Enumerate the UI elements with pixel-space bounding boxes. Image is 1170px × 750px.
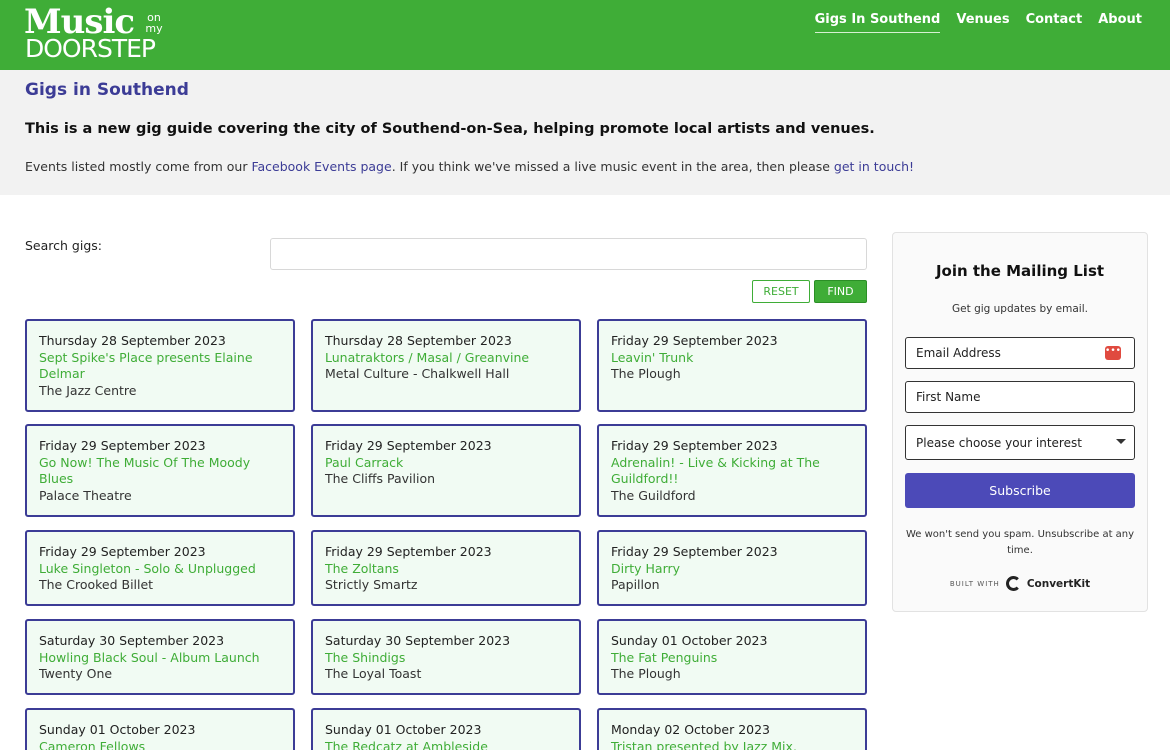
- gig-card[interactable]: Friday 29 September 2023 Dirty Harry Pap…: [597, 530, 867, 606]
- convertkit-label: ConvertKit: [1026, 577, 1091, 590]
- email-field[interactable]: Email Address •••: [905, 337, 1135, 369]
- gig-venue: The Cliffs Pavilion: [325, 471, 436, 486]
- gig-title[interactable]: Howling Black Soul - Album Launch: [39, 650, 281, 667]
- gig-title[interactable]: Paul Carrack: [325, 455, 567, 472]
- password-manager-icon[interactable]: •••: [1105, 346, 1121, 360]
- gig-title[interactable]: The Zoltans: [325, 561, 567, 578]
- gig-venue: Palace Theatre: [39, 487, 132, 503]
- email-placeholder: Email Address: [916, 346, 1001, 360]
- nav-contact[interactable]: Contact: [1026, 12, 1083, 33]
- gig-venue: Papillon: [611, 577, 660, 592]
- reset-button[interactable]: RESET: [752, 280, 810, 303]
- gig-card[interactable]: Friday 29 September 2023 Go Now! The Mus…: [25, 424, 295, 517]
- gig-date: Sunday 01 October 2023: [325, 722, 482, 737]
- nav-venues[interactable]: Venues: [956, 12, 1009, 33]
- site-header: Music on my DOORSTEP Gigs In Southend Ve…: [0, 0, 1170, 70]
- gig-card[interactable]: Friday 29 September 2023 Adrenalin! - Li…: [597, 424, 867, 517]
- intro-sub-text-1: Events listed mostly come from our: [25, 159, 252, 174]
- mailing-list-panel: Join the Mailing List Get gig updates by…: [892, 232, 1148, 612]
- built-with-label: BUILT WITH: [949, 579, 1000, 588]
- gig-card[interactable]: Sunday 01 October 2023 The Redcatz at Am…: [311, 708, 581, 750]
- gig-venue: The Crooked Billet: [39, 577, 154, 592]
- search-label: Search gigs:: [25, 238, 102, 253]
- get-in-touch-link[interactable]: get in touch!: [834, 159, 914, 174]
- gig-venue: Twenty One: [39, 666, 113, 681]
- gig-title[interactable]: Dirty Harry: [611, 561, 853, 578]
- gig-card[interactable]: Thursday 28 September 2023 Lunatraktors …: [311, 319, 581, 412]
- gig-venue: The Plough: [611, 666, 681, 681]
- gig-date: Friday 29 September 2023: [325, 438, 492, 453]
- intro-section: Gigs in Southend This is a new gig guide…: [0, 70, 1170, 195]
- gig-title[interactable]: Sept Spike's Place presents Elaine Delma…: [39, 350, 281, 383]
- gig-venue: The Loyal Toast: [325, 666, 422, 681]
- gig-title[interactable]: Luke Singleton - Solo & Unplugged: [39, 561, 281, 578]
- gig-title[interactable]: Adrenalin! - Live & Kicking at The Guild…: [611, 455, 853, 488]
- mailing-tagline: Get gig updates by email.: [952, 303, 1088, 315]
- gig-date: Saturday 30 September 2023: [39, 633, 225, 648]
- gig-card[interactable]: Friday 29 September 2023 The Zoltans Str…: [311, 530, 581, 606]
- gig-card[interactable]: Thursday 28 September 2023 Sept Spike's …: [25, 319, 295, 412]
- intro-lead: This is a new gig guide covering the cit…: [25, 121, 875, 137]
- logo-line1-small: on my: [145, 11, 163, 35]
- interest-selected: Please choose your interest: [916, 435, 1082, 450]
- gig-card[interactable]: Friday 29 September 2023 Leavin' Trunk T…: [597, 319, 867, 412]
- gig-title[interactable]: Lunatraktors / Masal / Greanvine: [325, 350, 567, 367]
- facebook-events-link[interactable]: Facebook Events page: [251, 159, 391, 174]
- chevron-down-icon: [1116, 439, 1126, 444]
- gig-card[interactable]: Saturday 30 September 2023 Howling Black…: [25, 619, 295, 695]
- subscribe-button[interactable]: Subscribe: [905, 473, 1135, 508]
- gig-date: Friday 29 September 2023: [39, 438, 206, 453]
- gig-date: Friday 29 September 2023: [611, 333, 778, 348]
- gig-card[interactable]: Saturday 30 September 2023 The Shindigs …: [311, 619, 581, 695]
- interest-select[interactable]: Please choose your interest: [905, 425, 1135, 460]
- search-input[interactable]: [270, 238, 867, 270]
- gig-card[interactable]: Friday 29 September 2023 Paul Carrack Th…: [311, 424, 581, 517]
- gig-date: Monday 02 October 2023: [611, 722, 771, 737]
- nav-gigs-in-southend[interactable]: Gigs In Southend: [814, 12, 941, 33]
- first-name-placeholder: First Name: [916, 390, 981, 404]
- gig-venue: The Guildford: [611, 487, 696, 503]
- gig-venue: The Jazz Centre: [39, 382, 137, 398]
- gig-venue: The Plough: [611, 366, 681, 381]
- gig-date: Thursday 28 September 2023: [325, 333, 512, 348]
- convertkit-logo-icon: [1005, 576, 1021, 591]
- spam-note: We won't send you spam. Unsubscribe at a…: [905, 529, 1135, 556]
- gig-venue: Metal Culture - Chalkwell Hall: [325, 366, 510, 381]
- gig-date: Thursday 28 September 2023: [39, 333, 226, 348]
- gig-title[interactable]: Cameron Fellows: [39, 739, 281, 750]
- logo-line2: DOORSTEP: [25, 34, 156, 63]
- gig-date: Saturday 30 September 2023: [325, 633, 511, 648]
- gig-date: Friday 29 September 2023: [611, 544, 778, 559]
- intro-sub: Events listed mostly come from our Faceb…: [25, 159, 914, 174]
- gig-date: Friday 29 September 2023: [325, 544, 492, 559]
- first-name-field[interactable]: First Name: [905, 381, 1135, 413]
- find-button[interactable]: FIND: [814, 280, 867, 303]
- gig-title[interactable]: The Redcatz at Ambleside: [325, 739, 567, 750]
- gig-date: Sunday 01 October 2023: [611, 633, 768, 648]
- gig-title[interactable]: The Fat Penguins: [611, 650, 853, 667]
- gig-title[interactable]: Go Now! The Music Of The Moody Blues: [39, 455, 281, 488]
- gig-card[interactable]: Sunday 01 October 2023 Cameron Fellows: [25, 708, 295, 750]
- gig-title[interactable]: Leavin' Trunk: [611, 350, 853, 367]
- gig-date: Friday 29 September 2023: [39, 544, 206, 559]
- page-title: Gigs in Southend: [25, 80, 189, 100]
- site-logo[interactable]: Music on my DOORSTEP: [24, 4, 164, 63]
- gig-card[interactable]: Sunday 01 October 2023 The Fat Penguins …: [597, 619, 867, 695]
- gig-title[interactable]: The Shindigs: [325, 650, 567, 667]
- intro-sub-text-2: . If you think we've missed a live music…: [391, 159, 834, 174]
- gig-venue: Strictly Smartz: [325, 577, 418, 592]
- nav-about[interactable]: About: [1098, 12, 1142, 33]
- mailing-title: Join the Mailing List: [935, 262, 1105, 280]
- gig-card[interactable]: Friday 29 September 2023 Luke Singleton …: [25, 530, 295, 606]
- gig-date: Friday 29 September 2023: [611, 438, 778, 453]
- gig-title[interactable]: Tristan presented by Jazz Mix, Southend: [611, 739, 853, 750]
- main-nav: Gigs In Southend Venues Contact About: [814, 12, 1142, 33]
- built-with-convertkit[interactable]: BUILT WITH ConvertKit: [893, 576, 1147, 591]
- gig-date: Sunday 01 October 2023: [39, 722, 196, 737]
- gig-card[interactable]: Monday 02 October 2023 Tristan presented…: [597, 708, 867, 750]
